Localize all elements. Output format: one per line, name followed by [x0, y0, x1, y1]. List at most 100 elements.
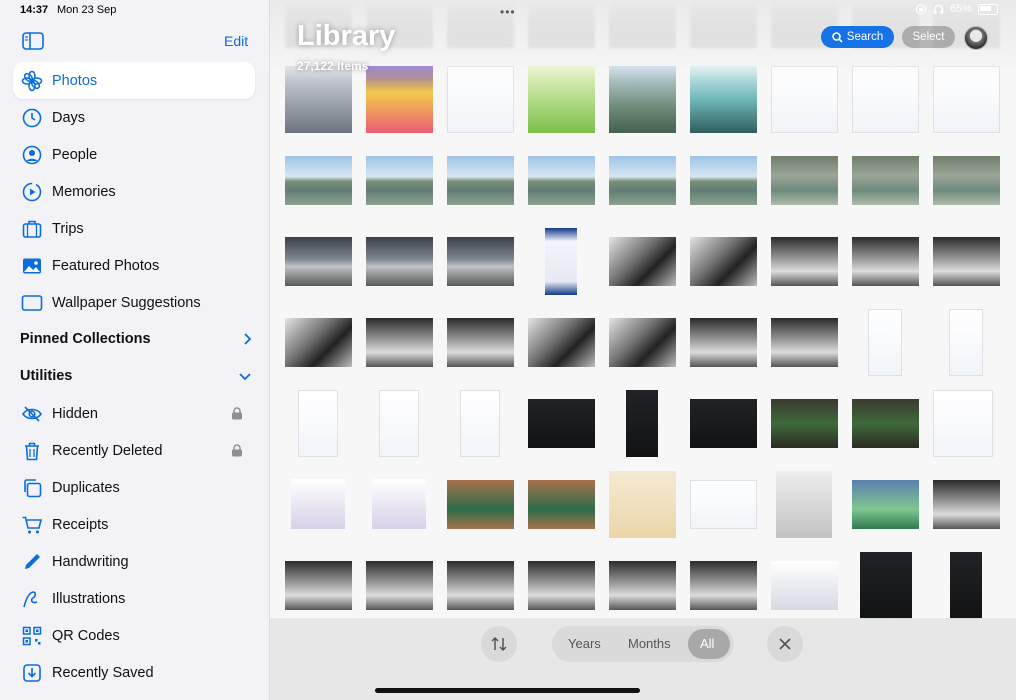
- photo-thumbnail[interactable]: [609, 471, 676, 538]
- photo-thumbnail[interactable]: [528, 66, 595, 133]
- photo-thumbnail[interactable]: [609, 318, 676, 367]
- photo-thumbnail[interactable]: [528, 156, 595, 205]
- sidebar-item-memories[interactable]: Memories: [13, 173, 255, 210]
- multitasking-dots[interactable]: •••: [500, 5, 516, 19]
- photo-thumbnail[interactable]: [771, 561, 838, 610]
- avatar[interactable]: [964, 26, 988, 50]
- photo-thumbnail[interactable]: [285, 156, 352, 205]
- photo-thumbnail[interactable]: [626, 390, 658, 457]
- photo-thumbnail[interactable]: [690, 156, 757, 205]
- photo-thumbnail[interactable]: [771, 399, 838, 448]
- photo-thumbnail[interactable]: [852, 480, 919, 529]
- sort-button[interactable]: [481, 626, 517, 662]
- photo-thumbnail[interactable]: [609, 0, 676, 48]
- photo-thumbnail[interactable]: [933, 480, 1000, 529]
- photo-thumbnail[interactable]: [609, 156, 676, 205]
- photo-thumbnail[interactable]: [460, 390, 500, 457]
- sidebar-item-receipts[interactable]: Receipts: [13, 506, 255, 543]
- photo-thumbnail[interactable]: [771, 66, 838, 133]
- photo-thumbnail[interactable]: [771, 318, 838, 367]
- pinned-collections-header[interactable]: Pinned Collections: [20, 324, 252, 354]
- segment-years[interactable]: Years: [568, 636, 601, 651]
- sidebar-item-photos[interactable]: Photos: [13, 62, 255, 99]
- sidebar-item-qr-codes[interactable]: QR Codes: [13, 617, 255, 654]
- photo-thumbnail[interactable]: [366, 318, 433, 367]
- utilities-header[interactable]: Utilities: [20, 361, 252, 391]
- photo-thumbnail[interactable]: [372, 479, 426, 529]
- photo-thumbnail[interactable]: [690, 561, 757, 610]
- sidebar-item-featured-photos[interactable]: Featured Photos: [13, 247, 255, 284]
- photo-thumbnail[interactable]: [609, 237, 676, 286]
- sidebar-item-days[interactable]: Days: [13, 99, 255, 136]
- photo-thumbnail[interactable]: [447, 480, 514, 529]
- sidebar-item-people[interactable]: People: [13, 136, 255, 173]
- trips-icon: [21, 218, 43, 240]
- photo-thumbnail[interactable]: [933, 66, 1000, 133]
- close-button[interactable]: [767, 626, 803, 662]
- photo-thumbnail[interactable]: [852, 66, 919, 133]
- photo-thumbnail[interactable]: [609, 66, 676, 133]
- photo-thumbnail[interactable]: [366, 561, 433, 610]
- select-label: Select: [912, 31, 945, 43]
- search-label: Search: [846, 31, 884, 43]
- photo-thumbnail[interactable]: [447, 318, 514, 367]
- sidebar-item-label: Photos: [52, 72, 98, 89]
- photo-thumbnail[interactable]: [528, 318, 595, 367]
- photo-thumbnail[interactable]: [690, 237, 757, 286]
- battery-icon: [978, 3, 999, 15]
- photo-thumbnail[interactable]: [285, 66, 352, 133]
- photo-thumbnail[interactable]: [528, 480, 595, 529]
- photo-thumbnail[interactable]: [771, 237, 838, 286]
- photo-thumbnail[interactable]: [933, 237, 1000, 286]
- photo-thumbnail[interactable]: [545, 228, 577, 295]
- sidebar-item-illustrations[interactable]: Illustrations: [13, 580, 255, 617]
- photo-thumbnail[interactable]: [609, 561, 676, 610]
- search-button[interactable]: Search: [821, 26, 894, 48]
- photo-thumbnail[interactable]: [298, 390, 338, 457]
- photo-thumbnail[interactable]: [771, 156, 838, 205]
- photo-thumbnail[interactable]: [690, 318, 757, 367]
- photo-thumbnail[interactable]: [933, 390, 993, 457]
- photo-thumbnail[interactable]: [690, 480, 757, 529]
- sidebar-item-wallpaper-suggestions[interactable]: Wallpaper Suggestions: [13, 284, 255, 321]
- photo-thumbnail[interactable]: [366, 66, 433, 133]
- photo-thumbnail[interactable]: [379, 390, 419, 457]
- photo-thumbnail[interactable]: [860, 552, 912, 619]
- photo-thumbnail[interactable]: [868, 309, 902, 376]
- sidebar-item-trips[interactable]: Trips: [13, 210, 255, 247]
- sidebar-item-duplicates[interactable]: Duplicates: [13, 469, 255, 506]
- photo-thumbnail[interactable]: [285, 318, 352, 367]
- photo-thumbnail[interactable]: [291, 479, 345, 529]
- photo-thumbnail[interactable]: [366, 156, 433, 205]
- photo-thumbnail[interactable]: [690, 0, 757, 48]
- photo-thumbnail[interactable]: [852, 237, 919, 286]
- sidebar-item-recently-deleted[interactable]: Recently Deleted: [13, 432, 255, 469]
- photo-thumbnail[interactable]: [949, 309, 983, 376]
- photo-thumbnail[interactable]: [447, 66, 514, 133]
- photo-thumbnail[interactable]: [690, 399, 757, 448]
- photo-thumbnail[interactable]: [528, 0, 595, 48]
- photo-thumbnail[interactable]: [690, 66, 757, 133]
- sidebar-item-handwriting[interactable]: Handwriting: [13, 543, 255, 580]
- photo-thumbnail[interactable]: [933, 156, 1000, 205]
- photo-thumbnail[interactable]: [285, 561, 352, 610]
- photo-thumbnail[interactable]: [852, 156, 919, 205]
- photo-thumbnail[interactable]: [366, 237, 433, 286]
- edit-button[interactable]: Edit: [224, 33, 248, 49]
- photo-thumbnail[interactable]: [447, 561, 514, 610]
- photo-thumbnail[interactable]: [528, 561, 595, 610]
- sidebar-toggle-icon[interactable]: [22, 32, 44, 50]
- segment-months[interactable]: Months: [628, 636, 671, 651]
- photo-thumbnail[interactable]: [285, 237, 352, 286]
- photo-thumbnail[interactable]: [950, 552, 982, 619]
- photo-thumbnail[interactable]: [528, 399, 595, 448]
- photo-thumbnail[interactable]: [776, 471, 832, 538]
- sidebar-item-hidden[interactable]: Hidden: [13, 395, 255, 432]
- segment-all[interactable]: All: [700, 636, 714, 651]
- select-button[interactable]: Select: [902, 26, 955, 48]
- sidebar-item-recently-saved[interactable]: Recently Saved: [13, 654, 255, 691]
- photo-thumbnail[interactable]: [447, 237, 514, 286]
- photos-icon: [21, 70, 43, 92]
- photo-thumbnail[interactable]: [447, 156, 514, 205]
- photo-thumbnail[interactable]: [852, 399, 919, 448]
